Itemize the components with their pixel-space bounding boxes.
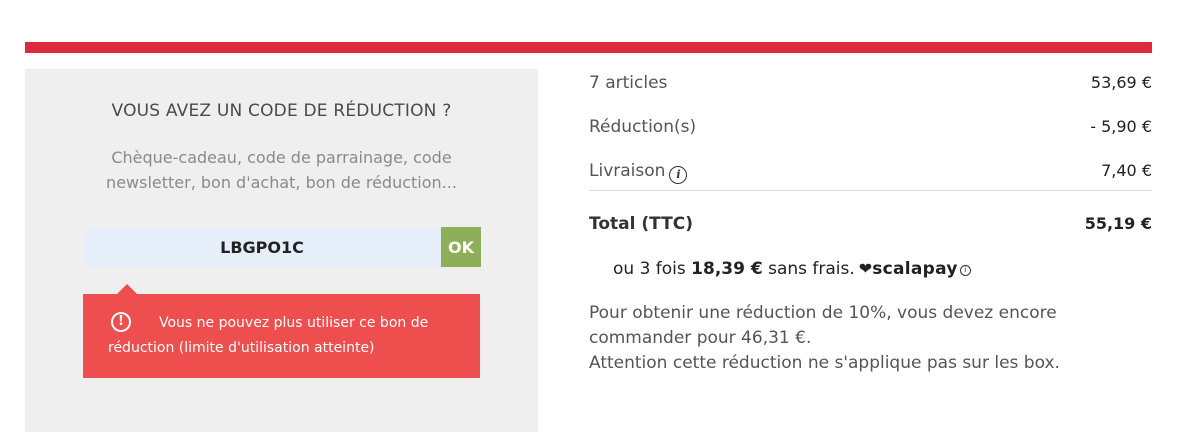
- error-message-box: ! Vous ne pouvez plus utiliser ce bon de…: [83, 284, 480, 378]
- reduction-label: Réduction(s): [589, 117, 697, 137]
- reduction-value: - 5,90 €: [1090, 117, 1152, 136]
- delivery-value: 7,40 €: [1101, 161, 1152, 180]
- scalapay-offer: ou 3 fois 18,39 € sans frais. ❤scalapay i: [613, 259, 971, 279]
- notice-line-2: Attention cette réduction ne s'applique …: [589, 353, 1060, 373]
- delivery-label-group: Livraison i: [589, 161, 688, 184]
- scalapay-info-icon[interactable]: i: [959, 265, 971, 276]
- promo-title: VOUS AVEZ UN CODE DE RÉDUCTION ?: [111, 101, 452, 121]
- articles-value: 53,69 €: [1090, 73, 1152, 92]
- scalapay-suffix: sans frais.: [768, 259, 855, 279]
- promo-code-input[interactable]: [83, 227, 441, 267]
- discount-notice: Pour obtenir une réduction de 10%, vous …: [589, 301, 1129, 376]
- total-row: Total (TTC) 55,19 €: [589, 214, 1152, 240]
- notice-line-1: Pour obtenir une réduction de 10%, vous …: [589, 303, 1057, 348]
- heart-icon: ❤: [858, 259, 873, 278]
- summary-divider: [589, 190, 1152, 191]
- delivery-label: Livraison: [589, 161, 666, 181]
- scalapay-amount: 18,39 €: [691, 259, 763, 279]
- info-icon[interactable]: i: [669, 166, 688, 184]
- total-label: Total (TTC): [589, 214, 693, 234]
- total-value: 55,19 €: [1084, 214, 1152, 233]
- error-message: Vous ne pouvez plus utiliser ce bon de r…: [108, 315, 429, 356]
- scalapay-prefix: ou 3 fois: [613, 259, 686, 279]
- accent-bar: [25, 42, 1152, 53]
- articles-row: 7 articles 53,69 €: [589, 73, 1152, 99]
- scalapay-logo: scalapay: [872, 259, 958, 279]
- delivery-row: Livraison i 7,40 €: [589, 161, 1152, 187]
- articles-label: 7 articles: [589, 73, 668, 93]
- promo-code-panel: VOUS AVEZ UN CODE DE RÉDUCTION ? Chèque-…: [25, 69, 538, 432]
- reduction-row: Réduction(s) - 5,90 €: [589, 117, 1152, 143]
- apply-code-button[interactable]: OK: [441, 227, 481, 267]
- promo-description: Chèque-cadeau, code de parrainage, code …: [106, 148, 457, 192]
- promo-code-form: OK: [83, 227, 481, 267]
